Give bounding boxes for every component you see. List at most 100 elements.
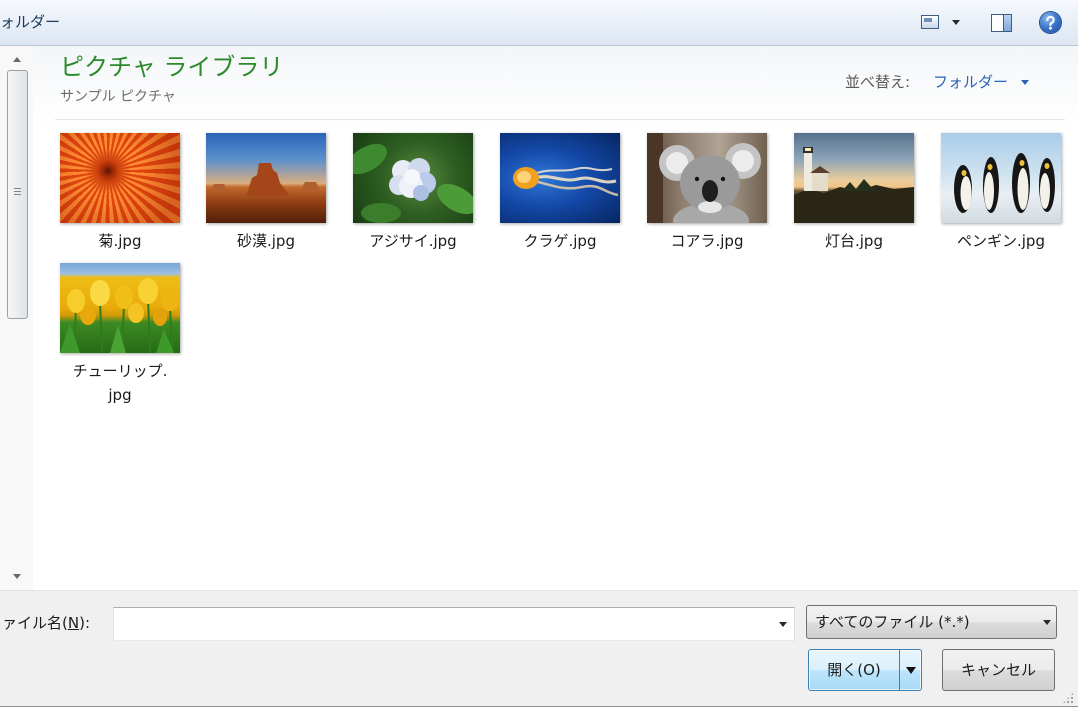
koala-nose [702, 180, 718, 202]
preview-pane-icon[interactable] [991, 14, 1012, 32]
keeper-house [812, 173, 828, 191]
tulip-flower [161, 287, 179, 311]
tulips-thumbnail[interactable] [60, 263, 180, 353]
file-label: アジサイ.jpg [369, 232, 457, 250]
penguin-neck-patch [987, 164, 993, 170]
file-label: クラゲ.jpg [523, 232, 597, 250]
house-roof [810, 166, 830, 173]
sort-dropdown-arrow-icon[interactable] [1021, 80, 1029, 85]
cancel-button[interactable]: キャンセル [942, 649, 1055, 691]
open-button[interactable]: 開く(O) [809, 650, 899, 690]
filename-label-text: ァイル名( [2, 614, 68, 632]
leaf-shape [437, 183, 473, 215]
leaf-shape [361, 203, 401, 223]
file-label: 菊.jpg [98, 232, 142, 250]
header-separator [55, 119, 1065, 120]
penguin-belly [960, 176, 972, 210]
scrollbar-thumb[interactable] [7, 70, 28, 319]
file-label-line: jpg [108, 386, 132, 404]
dialog-footer: ァイル名(N): すべてのファイル (*.*) 開く(O) キャンセル [0, 590, 1078, 707]
file-label: チューリップ. jpg [47, 359, 193, 407]
koala-thumbnail[interactable] [647, 133, 767, 223]
file-item[interactable]: アジサイ.jpg [340, 130, 486, 258]
chrysanthemum-thumbnail[interactable] [60, 133, 180, 223]
scrollbar-grip-icon [14, 188, 21, 195]
koala-picture [647, 133, 761, 223]
resize-grip-icon[interactable] [1062, 692, 1074, 704]
filename-combobox[interactable] [113, 607, 795, 641]
penguins-thumbnail[interactable] [941, 133, 1061, 223]
flower-cluster [404, 169, 420, 185]
jellyfish-thumbnail[interactable] [500, 133, 620, 223]
mesa-shape [246, 163, 290, 196]
file-list-area: ピクチャ ライブラリ サンプル ピクチャ 並べ替え: フォルダー 菊.jpg 砂… [33, 46, 1078, 590]
file-label: コアラ.jpg [670, 232, 744, 250]
lighthouse-tower [804, 153, 812, 191]
shrubs-shape [842, 179, 880, 191]
jellyfish-picture [513, 166, 619, 197]
open-split-button[interactable]: 開く(O) [808, 649, 922, 691]
tulip-leaf [60, 323, 80, 353]
tulip-flower [67, 289, 85, 313]
jellyfish-body-highlight [517, 171, 531, 183]
file-item[interactable]: コアラ.jpg [634, 130, 780, 258]
hydrangea-thumbnail[interactable] [353, 133, 473, 223]
far-mesa-shape [210, 184, 227, 191]
file-type-select[interactable]: すべてのファイル (*.*) [806, 605, 1057, 639]
filename-history-dropdown-icon[interactable] [779, 622, 787, 627]
tulip-flower [153, 308, 167, 326]
file-item[interactable]: 菊.jpg [47, 130, 193, 258]
new-folder-button[interactable]: ォルダー [0, 12, 60, 32]
penguin-belly [1017, 168, 1029, 210]
sort-value[interactable]: フォルダー [933, 72, 1008, 92]
file-type-dropdown-arrow-icon[interactable] [1043, 620, 1051, 625]
penguin-neck-patch [961, 170, 967, 176]
lighthouse-light [805, 148, 811, 151]
question-mark-dot [1049, 26, 1052, 30]
file-item[interactable]: 砂漠.jpg [193, 130, 339, 258]
scroll-down-arrow-icon[interactable] [13, 574, 21, 579]
far-mesa-shape [300, 182, 320, 191]
penguin-neck-patch [1019, 160, 1025, 166]
tulip-flower [128, 303, 144, 323]
tulip-stem [99, 298, 103, 353]
help-icon[interactable] [1040, 12, 1061, 33]
tulip-flower [138, 278, 158, 304]
open-options-dropdown[interactable] [899, 650, 921, 690]
lighthouse-thumbnail[interactable] [794, 133, 914, 223]
desert-picture [210, 163, 320, 196]
file-item[interactable]: 灯台.jpg [781, 130, 927, 258]
flower-cluster [413, 185, 429, 201]
tulip-flower [90, 280, 110, 306]
view-options-dropdown-arrow-icon[interactable] [952, 20, 960, 25]
file-item[interactable]: ペンギン.jpg [928, 130, 1074, 258]
open-options-arrow-icon [906, 667, 916, 674]
file-item[interactable]: チューリップ. jpg [47, 260, 193, 404]
library-title: ピクチャ ライブラリ [60, 53, 284, 81]
penguin-belly [1040, 173, 1050, 209]
tree-trunk [647, 133, 663, 223]
library-subtitle: サンプル ピクチャ [60, 89, 176, 105]
file-label: 砂漠.jpg [237, 232, 295, 250]
filename-input[interactable] [114, 608, 764, 640]
penguins-picture [954, 153, 1055, 213]
koala-eye [720, 176, 726, 182]
lighthouse-picture [794, 147, 914, 223]
command-toolbar: ォルダー [0, 0, 1078, 46]
file-type-value[interactable]: すべてのファイル (*.*) [815, 612, 970, 632]
tulip-flower [115, 285, 133, 309]
koala-eye [694, 176, 700, 182]
leaf-shape [353, 143, 387, 175]
sort-by-dropdown[interactable]: フォルダー [933, 72, 1033, 92]
preview-pane-icon-detail [1003, 15, 1011, 31]
view-options-icon[interactable] [921, 15, 939, 29]
tentacle-shape [533, 175, 617, 184]
vertical-scrollbar[interactable] [0, 46, 33, 590]
scroll-up-arrow-icon[interactable] [13, 57, 21, 62]
sort-label: 並べ替え: [845, 73, 911, 91]
hydrangea-picture [353, 143, 473, 223]
filename-label-accesskey: N [67, 614, 80, 632]
desert-thumbnail[interactable] [206, 133, 326, 223]
question-mark-stroke [1046, 15, 1055, 27]
file-item[interactable]: クラゲ.jpg [487, 130, 633, 258]
